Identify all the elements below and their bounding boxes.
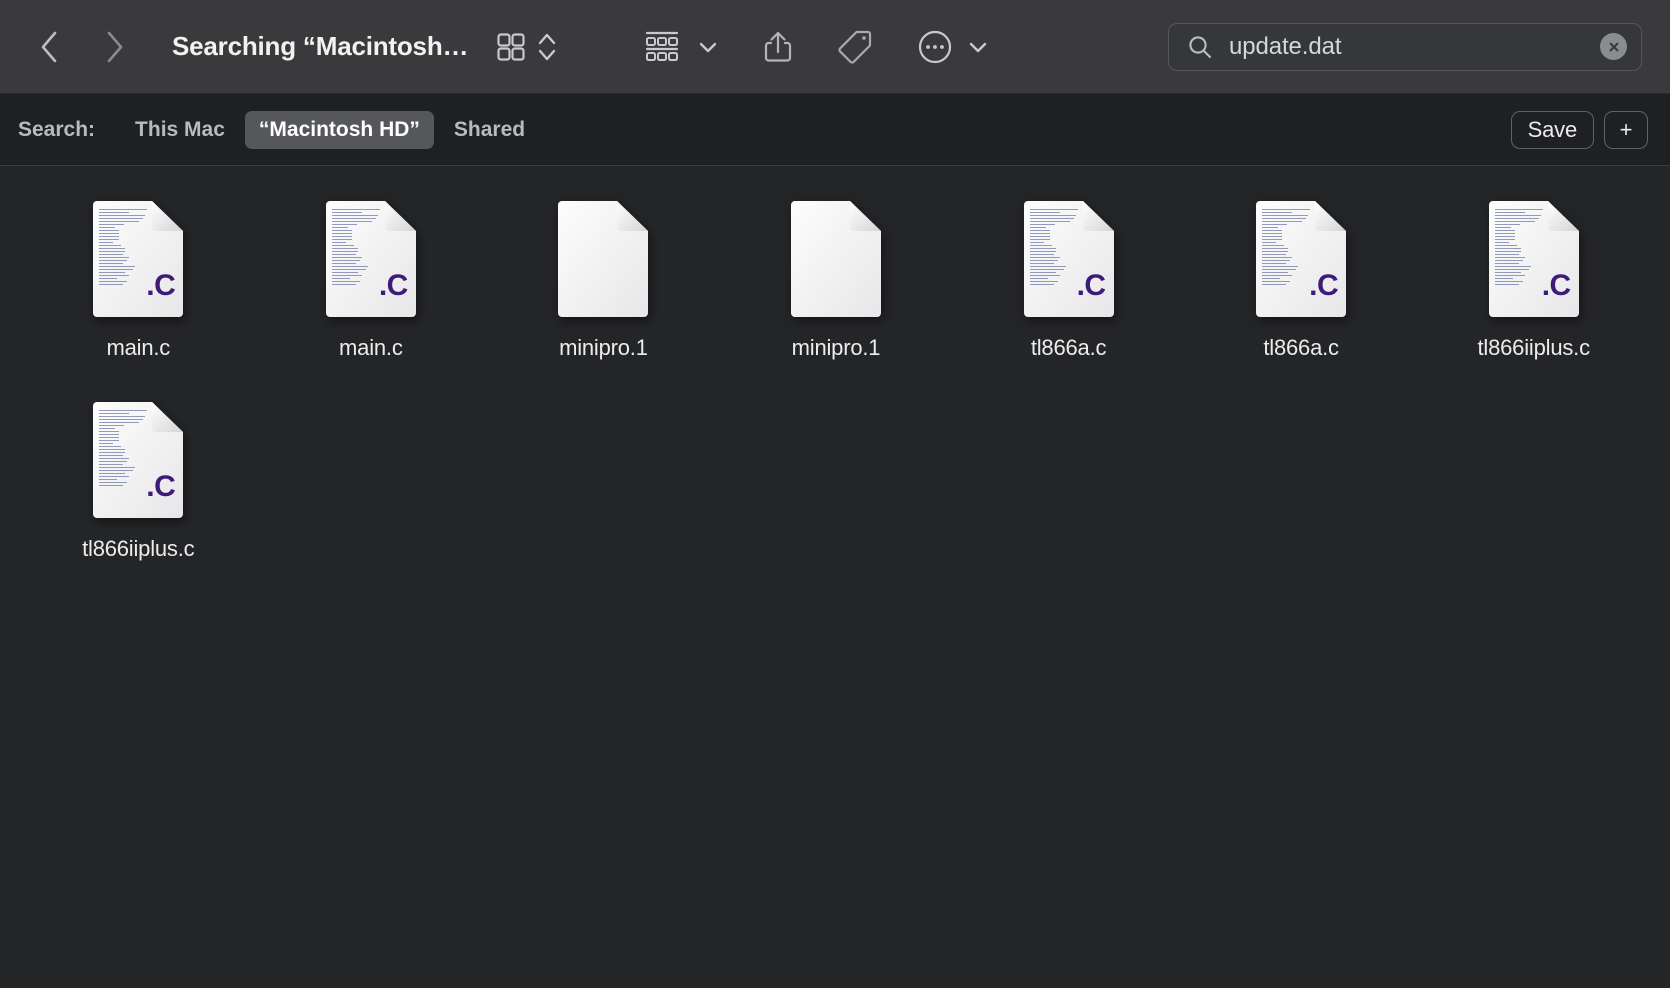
scope-item-macintosh-hd[interactable]: “Macintosh HD”	[244, 110, 434, 149]
search-input[interactable]: update.dat	[1168, 22, 1642, 71]
add-search-criteria-button[interactable]: +	[1604, 110, 1648, 149]
list-item-label: tl866a.c	[1030, 335, 1107, 360]
results-grid: .C main.c .C main.c minipro.1 minipro.1 …	[22, 200, 1650, 562]
file-preview-text	[99, 209, 153, 309]
group-by-dropdown[interactable]	[696, 27, 720, 67]
more-actions-dropdown[interactable]	[966, 27, 990, 67]
search-scope-label: Search:	[18, 117, 96, 141]
chevron-right-icon	[104, 30, 126, 64]
share-button[interactable]	[762, 27, 794, 67]
file-extension-badge: .C	[1309, 269, 1339, 302]
list-item[interactable]: minipro.1	[487, 200, 720, 361]
file-icon: .C	[90, 200, 186, 318]
tag-button[interactable]	[836, 27, 874, 67]
chevron-down-icon	[966, 35, 990, 59]
file-icon	[788, 200, 884, 318]
scope-item-shared[interactable]: Shared	[440, 111, 539, 149]
file-extension-badge: .C	[146, 269, 176, 302]
search-results-area[interactable]: .C main.c .C main.c minipro.1 minipro.1 …	[0, 166, 1670, 988]
view-options-stepper[interactable]	[536, 27, 558, 67]
navigation-buttons	[34, 30, 130, 64]
file-icon: .C	[1253, 200, 1349, 318]
tag-icon	[836, 28, 874, 66]
list-item-label: minipro.1	[791, 335, 881, 360]
toolbar: Searching “Macintosh… update.dat	[0, 0, 1670, 94]
list-item[interactable]: .C main.c	[255, 200, 488, 361]
list-item[interactable]: .C tl866a.c	[1185, 200, 1418, 361]
file-extension-badge: .C	[1076, 269, 1107, 302]
file-preview-text	[331, 209, 386, 309]
generic-document-icon	[788, 200, 884, 318]
list-item[interactable]: .C tl866a.c	[952, 200, 1185, 361]
chevron-left-icon	[38, 30, 60, 64]
search-input-value: update.dat	[1229, 32, 1342, 60]
list-item-label: tl866iiplus.c	[1477, 335, 1591, 360]
chevron-up-down-icon	[536, 29, 558, 65]
generic-document-icon	[555, 200, 651, 318]
file-icon: .C	[1021, 200, 1117, 318]
save-search-button[interactable]: Save	[1510, 110, 1594, 149]
file-preview-text	[1494, 209, 1549, 309]
list-item-label: main.c	[339, 335, 403, 360]
file-preview-text	[1029, 209, 1084, 309]
search-scope-bar: Search: This Mac “Macintosh HD” Shared S…	[0, 94, 1670, 166]
finder-window: Searching “Macintosh… update.dat Search:…	[0, 0, 1670, 988]
list-item-label: main.c	[106, 335, 171, 360]
list-item-label: tl866a.c	[1263, 335, 1339, 360]
file-extension-badge: .C	[378, 269, 409, 302]
group-by-button[interactable]	[642, 27, 682, 67]
window-title: Searching “Macintosh…	[172, 31, 469, 61]
list-item[interactable]: minipro.1	[720, 200, 953, 361]
list-item[interactable]: .C main.c	[22, 200, 255, 361]
list-item-label: minipro.1	[559, 335, 648, 360]
search-field-wrapper: update.dat	[1168, 22, 1642, 71]
file-preview-text	[1262, 209, 1316, 309]
icon-view-grid-icon	[494, 30, 528, 64]
back-button[interactable]	[34, 30, 64, 64]
group-items-icon	[642, 28, 682, 66]
more-ellipsis-circle-icon	[916, 28, 954, 66]
view-mode-button[interactable]	[494, 27, 528, 67]
toolbar-icon-group	[494, 27, 990, 67]
file-extension-badge: .C	[146, 470, 176, 503]
list-item[interactable]: .C tl866iiplus.c	[22, 401, 255, 562]
more-actions-button[interactable]	[916, 27, 954, 67]
share-icon	[762, 28, 794, 66]
file-icon	[555, 200, 651, 318]
forward-button[interactable]	[100, 30, 130, 64]
clear-search-button[interactable]	[1600, 33, 1627, 60]
scope-item-this-mac[interactable]: This Mac	[121, 111, 239, 149]
file-icon: .C	[90, 401, 186, 519]
file-icon: .C	[1486, 200, 1582, 318]
file-extension-badge: .C	[1541, 269, 1572, 302]
list-item[interactable]: .C tl866iiplus.c	[1417, 200, 1650, 361]
list-item-label: tl866iiplus.c	[82, 536, 195, 561]
scope-bar-actions: Save +	[1510, 110, 1648, 149]
search-icon	[1187, 34, 1213, 60]
file-preview-text	[99, 410, 153, 510]
chevron-down-icon	[696, 35, 720, 59]
file-icon: .C	[323, 200, 419, 318]
